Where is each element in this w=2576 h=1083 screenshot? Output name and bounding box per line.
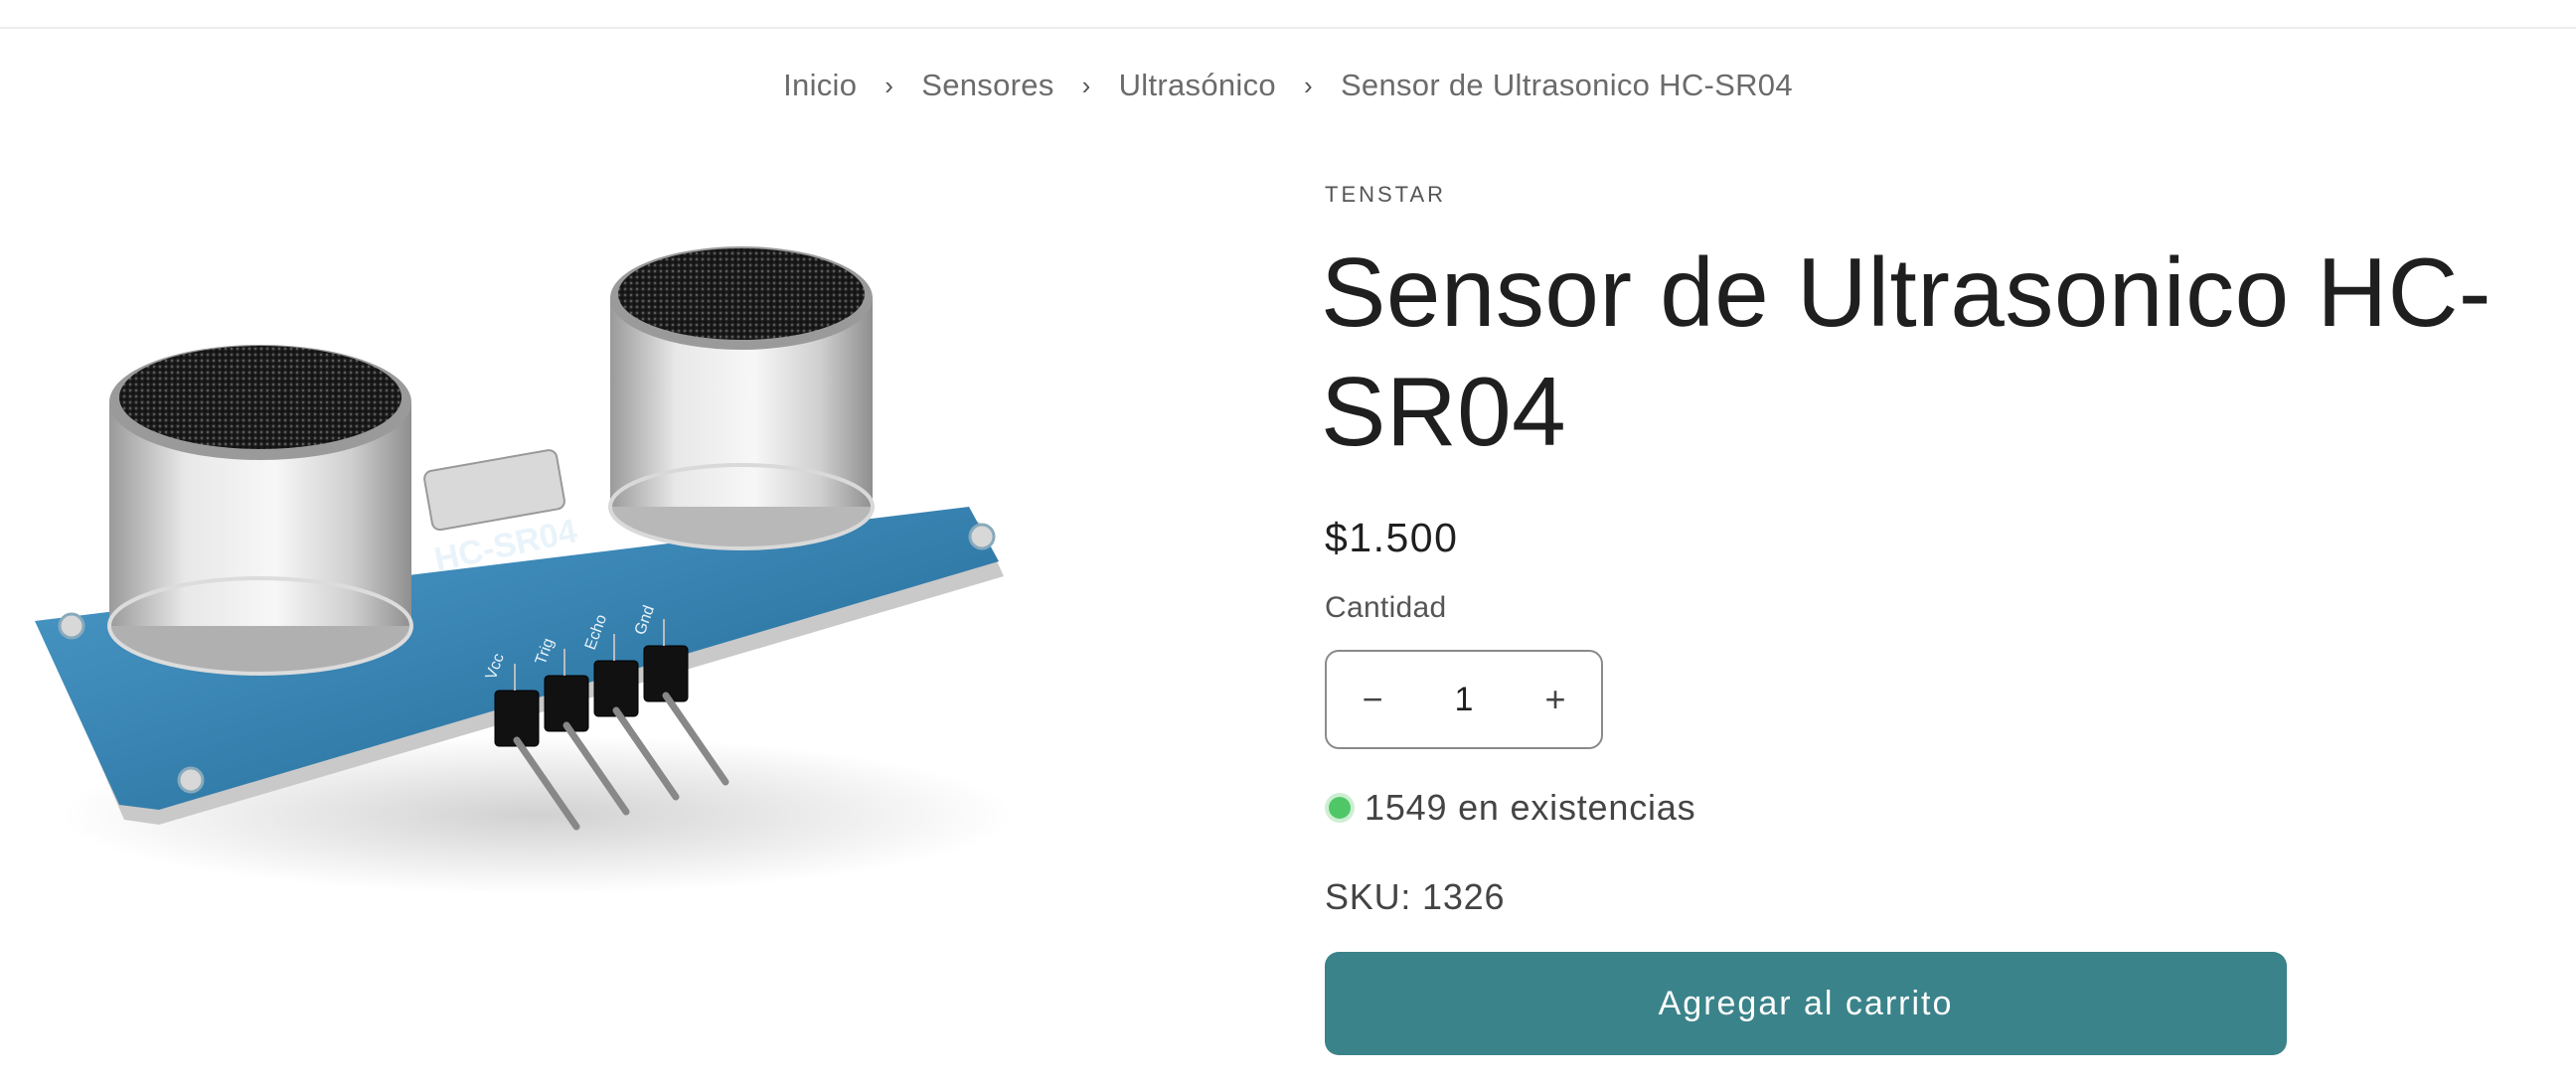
product-price: $1.500 xyxy=(1325,515,1459,560)
quantity-input[interactable] xyxy=(1422,679,1506,720)
breadcrumb: Inicio › Sensores › Ultrasónico › Sensor… xyxy=(0,62,2576,109)
product-image[interactable]: HC-SR04 Vcc Trig Echo Gnd xyxy=(20,179,1073,934)
plus-icon: + xyxy=(1544,679,1566,719)
in-stock-dot-icon xyxy=(1329,797,1351,819)
decrease-quantity-button[interactable]: − xyxy=(1327,652,1418,747)
stock-status: 1549 en existencias xyxy=(1325,787,2547,829)
increase-quantity-button[interactable]: + xyxy=(1510,652,1601,747)
ultrasonic-sensor-image: HC-SR04 Vcc Trig Echo Gnd xyxy=(35,246,1014,894)
product-sku: SKU: 1326 xyxy=(1325,876,1506,917)
add-to-cart-button[interactable]: Agregar al carrito xyxy=(1325,952,2287,1055)
breadcrumb-separator-icon: › xyxy=(1303,70,1313,100)
product-info: TENSTAR Sensor de Ultrasonico HC-SR04 $1… xyxy=(1321,179,2547,918)
quantity-label: Cantidad xyxy=(1325,591,1447,624)
breadcrumb-link-ultrasonico[interactable]: Ultrasónico xyxy=(1119,68,1276,103)
breadcrumb-separator-icon: › xyxy=(1081,70,1091,100)
minus-icon: − xyxy=(1362,679,1383,719)
breadcrumb-current: Sensor de Ultrasonico HC-SR04 xyxy=(1340,68,1793,102)
header-divider xyxy=(0,27,2576,29)
quantity-stepper: − + xyxy=(1325,650,1603,749)
breadcrumb-link-inicio[interactable]: Inicio xyxy=(783,68,857,103)
breadcrumb-link-sensores[interactable]: Sensores xyxy=(921,68,1053,103)
stock-text: 1549 en existencias xyxy=(1365,787,1696,828)
breadcrumb-separator-icon: › xyxy=(885,70,894,100)
product-title: Sensor de Ultrasonico HC-SR04 xyxy=(1321,237,2493,466)
product-vendor: TENSTAR xyxy=(1325,182,1447,207)
